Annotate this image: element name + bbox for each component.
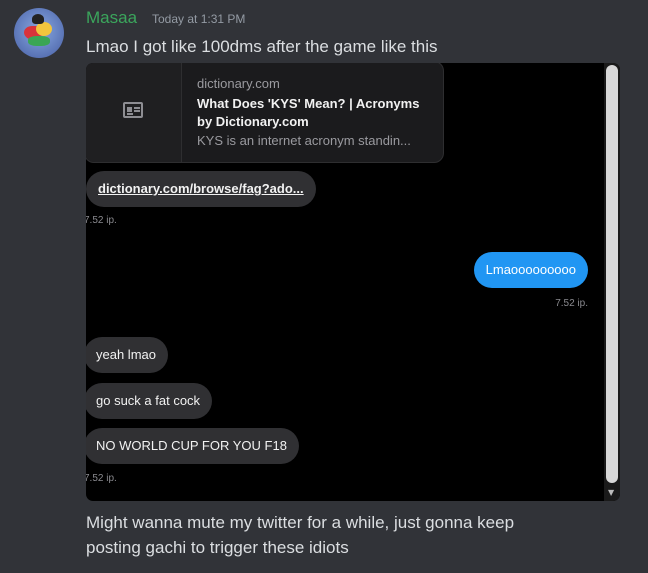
incoming-message-bubble-1: yeah lmao [86, 337, 168, 373]
link-preview-title: What Does 'KYS' Mean? | Acronyms by Dict… [197, 95, 433, 131]
embed-scrollbar[interactable]: ▼ [604, 63, 620, 501]
user-avatar[interactable] [14, 8, 64, 58]
message-text-bottom-line2: posting gachi to trigger these idiots [86, 538, 349, 557]
link-preview-title-line1: What Does 'KYS' Mean? | Acronyms [197, 96, 420, 111]
link-preview-description: KYS is an internet acronym standin... [197, 133, 411, 148]
scroll-down-arrow-icon[interactable]: ▼ [608, 488, 614, 497]
message-time-1: 7.52 ip. [86, 215, 117, 226]
link-message-text: dictionary.com/browse/fag?ado... [98, 181, 304, 196]
embedded-screenshot[interactable]: dictionary.com What Does 'KYS' Mean? | A… [86, 63, 620, 501]
message-text-bottom-line1: Might wanna mute my twitter for a while,… [86, 513, 515, 532]
message-time-3: 7.52 ip. [86, 473, 117, 484]
link-preview-domain: dictionary.com [197, 76, 280, 91]
message-text-bottom: Might wanna mute my twitter for a while,… [86, 510, 626, 560]
link-preview-card: dictionary.com What Does 'KYS' Mean? | A… [86, 63, 444, 163]
scrollbar-thumb[interactable] [606, 65, 618, 483]
message-text-top: Lmao I got like 100dms after the game li… [86, 37, 438, 56]
username[interactable]: Masaa [86, 8, 137, 28]
message-timestamp[interactable]: Today at 1:31 PM [152, 12, 245, 26]
link-preview-title-line2: by Dictionary.com [197, 114, 309, 129]
incoming-message-bubble-2: go suck a fat cock [86, 383, 213, 419]
article-icon [123, 102, 143, 118]
incoming-message-bubble-3: NO WORLD CUP FOR YOU F18 [86, 428, 299, 464]
outgoing-message-bubble: Lmaooooooooo [473, 252, 588, 288]
link-message-bubble: dictionary.com/browse/fag?ado... [86, 171, 316, 207]
link-preview-thumbnail [86, 63, 182, 162]
message-time-2: 7.52 ip. [555, 298, 588, 309]
